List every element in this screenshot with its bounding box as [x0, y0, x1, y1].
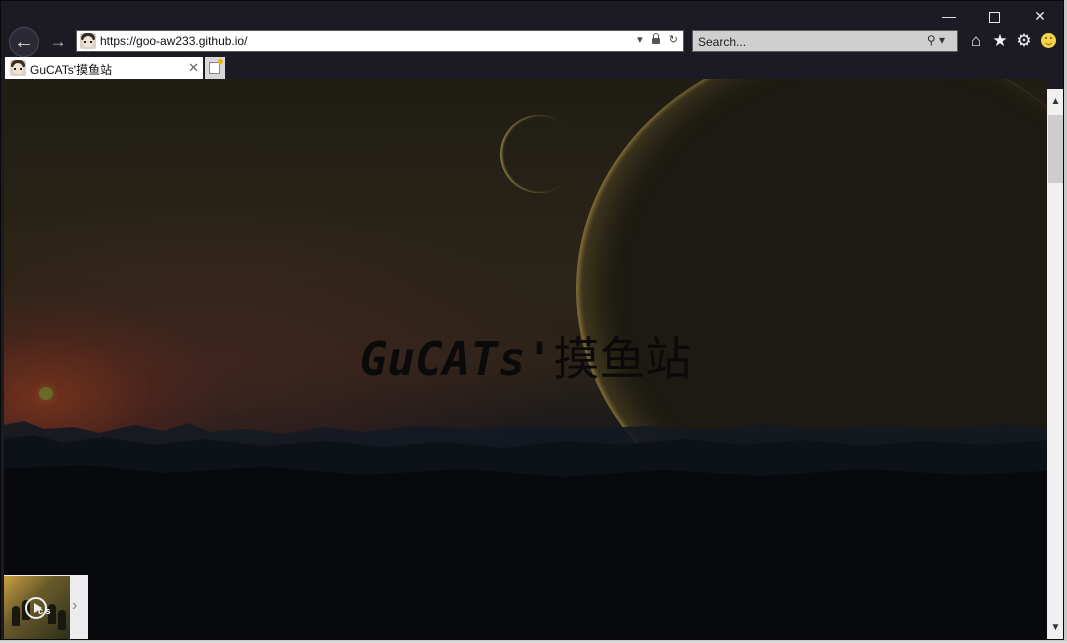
url-text[interactable]: https://goo-aw233.github.io/ — [100, 34, 247, 48]
search-input[interactable]: Search... — [698, 35, 746, 49]
title-cjk: 摸鱼站 — [553, 332, 692, 386]
new-tab-button[interactable] — [205, 57, 225, 79]
search-dropdown-icon[interactable]: ▾ — [939, 33, 945, 47]
tab-strip: GuCATs'摸鱼站 ✕ — [1, 56, 1063, 79]
tab-active[interactable]: GuCATs'摸鱼站 ✕ — [5, 57, 203, 79]
home-icon[interactable]: ⌂ — [965, 30, 987, 52]
back-button[interactable]: ← — [9, 27, 39, 57]
maximize-button[interactable] — [972, 3, 1016, 29]
close-window-button[interactable]: ✕ — [1018, 3, 1062, 29]
address-bar[interactable]: https://goo-aw233.github.io/ ▾ ↻ — [76, 30, 684, 52]
search-box[interactable]: Search... ⚲ ▾ — [692, 30, 958, 52]
scroll-thumb[interactable] — [1048, 115, 1063, 183]
site-favicon-icon — [80, 33, 96, 49]
minimize-icon: — — [942, 8, 956, 24]
player-expand-icon[interactable]: › — [72, 597, 77, 615]
address-dropdown-icon[interactable]: ▾ — [637, 33, 643, 46]
page-title: GuCATs'摸鱼站 — [4, 323, 1047, 389]
forward-button[interactable]: → — [47, 31, 69, 53]
album-art[interactable]: c s — [4, 576, 70, 639]
forward-arrow-icon: → — [49, 32, 67, 51]
refresh-icon[interactable]: ↻ — [669, 33, 678, 46]
mountain-silhouette — [4, 421, 1047, 639]
back-arrow-icon: ← — [14, 31, 34, 53]
tab-favicon-icon — [10, 60, 26, 76]
search-icon[interactable]: ⚲ — [927, 33, 936, 47]
vertical-scrollbar[interactable]: ▲ ▼ — [1047, 89, 1063, 639]
lock-icon[interactable] — [651, 33, 660, 44]
maximize-icon — [988, 11, 1000, 23]
scroll-down-icon[interactable]: ▼ — [1047, 619, 1063, 636]
minimize-button[interactable]: — — [927, 3, 971, 29]
favorites-star-icon[interactable]: ★ — [989, 30, 1011, 52]
title-bar: — ✕ — [1, 1, 1063, 29]
moon-background — [500, 115, 578, 193]
tab-title: GuCATs'摸鱼站 — [30, 63, 113, 77]
feedback-smiley-icon[interactable] — [1041, 33, 1056, 48]
close-icon: ✕ — [1034, 8, 1046, 24]
settings-gear-icon[interactable]: ⚙ — [1013, 30, 1035, 52]
tab-close-icon[interactable]: ✕ — [188, 60, 199, 76]
page-viewport: GuCATs'摸鱼站 — [4, 79, 1047, 639]
album-label: c s — [38, 606, 51, 616]
title-latin: GuCATs' — [359, 332, 554, 386]
browser-window: — ✕ ← → https://goo-aw233.github.io/ ▾ ↻… — [0, 0, 1064, 640]
scroll-up-icon[interactable]: ▲ — [1047, 93, 1063, 110]
music-player: c s › — [4, 575, 88, 639]
new-tab-icon — [209, 59, 223, 74]
